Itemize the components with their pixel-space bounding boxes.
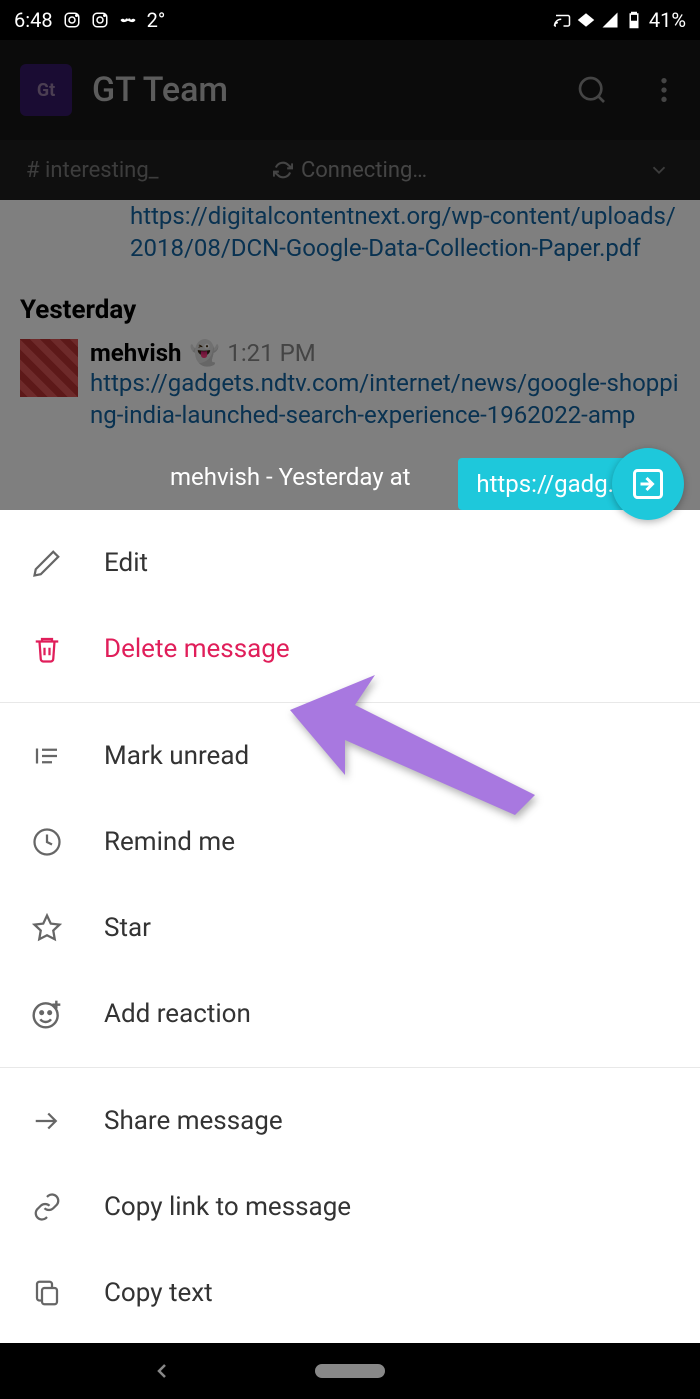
- link-preview-pill[interactable]: https://gadg.: [458, 458, 632, 510]
- share-label: Share message: [104, 1106, 283, 1136]
- battery-icon: [625, 11, 643, 29]
- message-row[interactable]: mehvish 👻 1:21 PM https://gadgets.ndtv.c…: [20, 339, 680, 432]
- star-icon: [32, 913, 62, 943]
- content-area: https://digitalcontentnext.org/wp-conten…: [0, 200, 700, 1343]
- share-action[interactable]: Share message: [0, 1078, 700, 1164]
- status-bar: 6:48 2° 41%: [0, 0, 700, 40]
- nav-back-icon[interactable]: [150, 1359, 174, 1383]
- status-temp: 2°: [147, 8, 166, 32]
- copy-text-action[interactable]: Copy text: [0, 1250, 700, 1336]
- message-username: mehvish: [90, 339, 181, 367]
- cast-icon: [553, 11, 571, 29]
- mustache-icon: [119, 11, 137, 29]
- copy-text-label: Copy text: [104, 1278, 213, 1308]
- app-header: Gt GT Team: [0, 40, 700, 140]
- instagram-icon: [91, 11, 109, 29]
- message-list: https://digitalcontentnext.org/wp-conten…: [0, 200, 700, 432]
- share-arrow-icon: [32, 1106, 62, 1136]
- mark-unread-action[interactable]: Mark unread: [0, 713, 700, 799]
- pin-action[interactable]: Pin to conversation: [0, 1336, 700, 1343]
- message-link[interactable]: https://gadgets.ndtv.com/internet/news/g…: [90, 367, 680, 432]
- signal-icon: [601, 11, 619, 29]
- copy-link-action[interactable]: Copy link to message: [0, 1164, 700, 1250]
- remind-me-action[interactable]: Remind me: [0, 799, 700, 885]
- instagram-icon: [63, 11, 81, 29]
- copy-icon: [32, 1278, 62, 1308]
- emoji-plus-icon: [31, 998, 63, 1030]
- edit-label: Edit: [104, 548, 148, 578]
- open-link-icon: [630, 466, 666, 502]
- ghost-icon: 👻: [189, 339, 219, 367]
- pencil-icon: [32, 548, 62, 578]
- wifi-icon: [577, 11, 595, 29]
- link-icon: [32, 1192, 62, 1222]
- clock-icon: [32, 827, 62, 857]
- channel-bar[interactable]: # interesting_ Connecting…: [0, 140, 700, 200]
- delete-action[interactable]: Delete message: [0, 606, 700, 692]
- nav-home-pill[interactable]: [315, 1364, 385, 1378]
- message-link[interactable]: https://digitalcontentnext.org/wp-conten…: [20, 200, 680, 265]
- mark-unread-label: Mark unread: [104, 741, 249, 771]
- list-icon: [32, 741, 62, 771]
- message-time: 1:21 PM: [227, 339, 315, 367]
- day-divider: Yesterday: [20, 295, 680, 325]
- trash-icon: [32, 634, 62, 664]
- add-reaction-action[interactable]: Add reaction: [0, 971, 700, 1057]
- navigation-bar: [0, 1343, 700, 1399]
- delete-label: Delete message: [104, 634, 290, 664]
- star-action[interactable]: Star: [0, 885, 700, 971]
- copy-link-label: Copy link to message: [104, 1192, 351, 1222]
- status-battery: 41%: [649, 8, 686, 32]
- floating-link[interactable]: https://gadg.: [458, 448, 684, 520]
- edit-action[interactable]: Edit: [0, 520, 700, 606]
- star-label: Star: [104, 913, 151, 943]
- link-action-button[interactable]: [612, 448, 684, 520]
- action-sheet: Edit Delete message Mark unread Remind m…: [0, 510, 700, 1343]
- add-reaction-label: Add reaction: [104, 999, 251, 1029]
- status-time: 6:48: [14, 8, 53, 32]
- user-avatar[interactable]: [20, 339, 78, 397]
- remind-me-label: Remind me: [104, 827, 235, 857]
